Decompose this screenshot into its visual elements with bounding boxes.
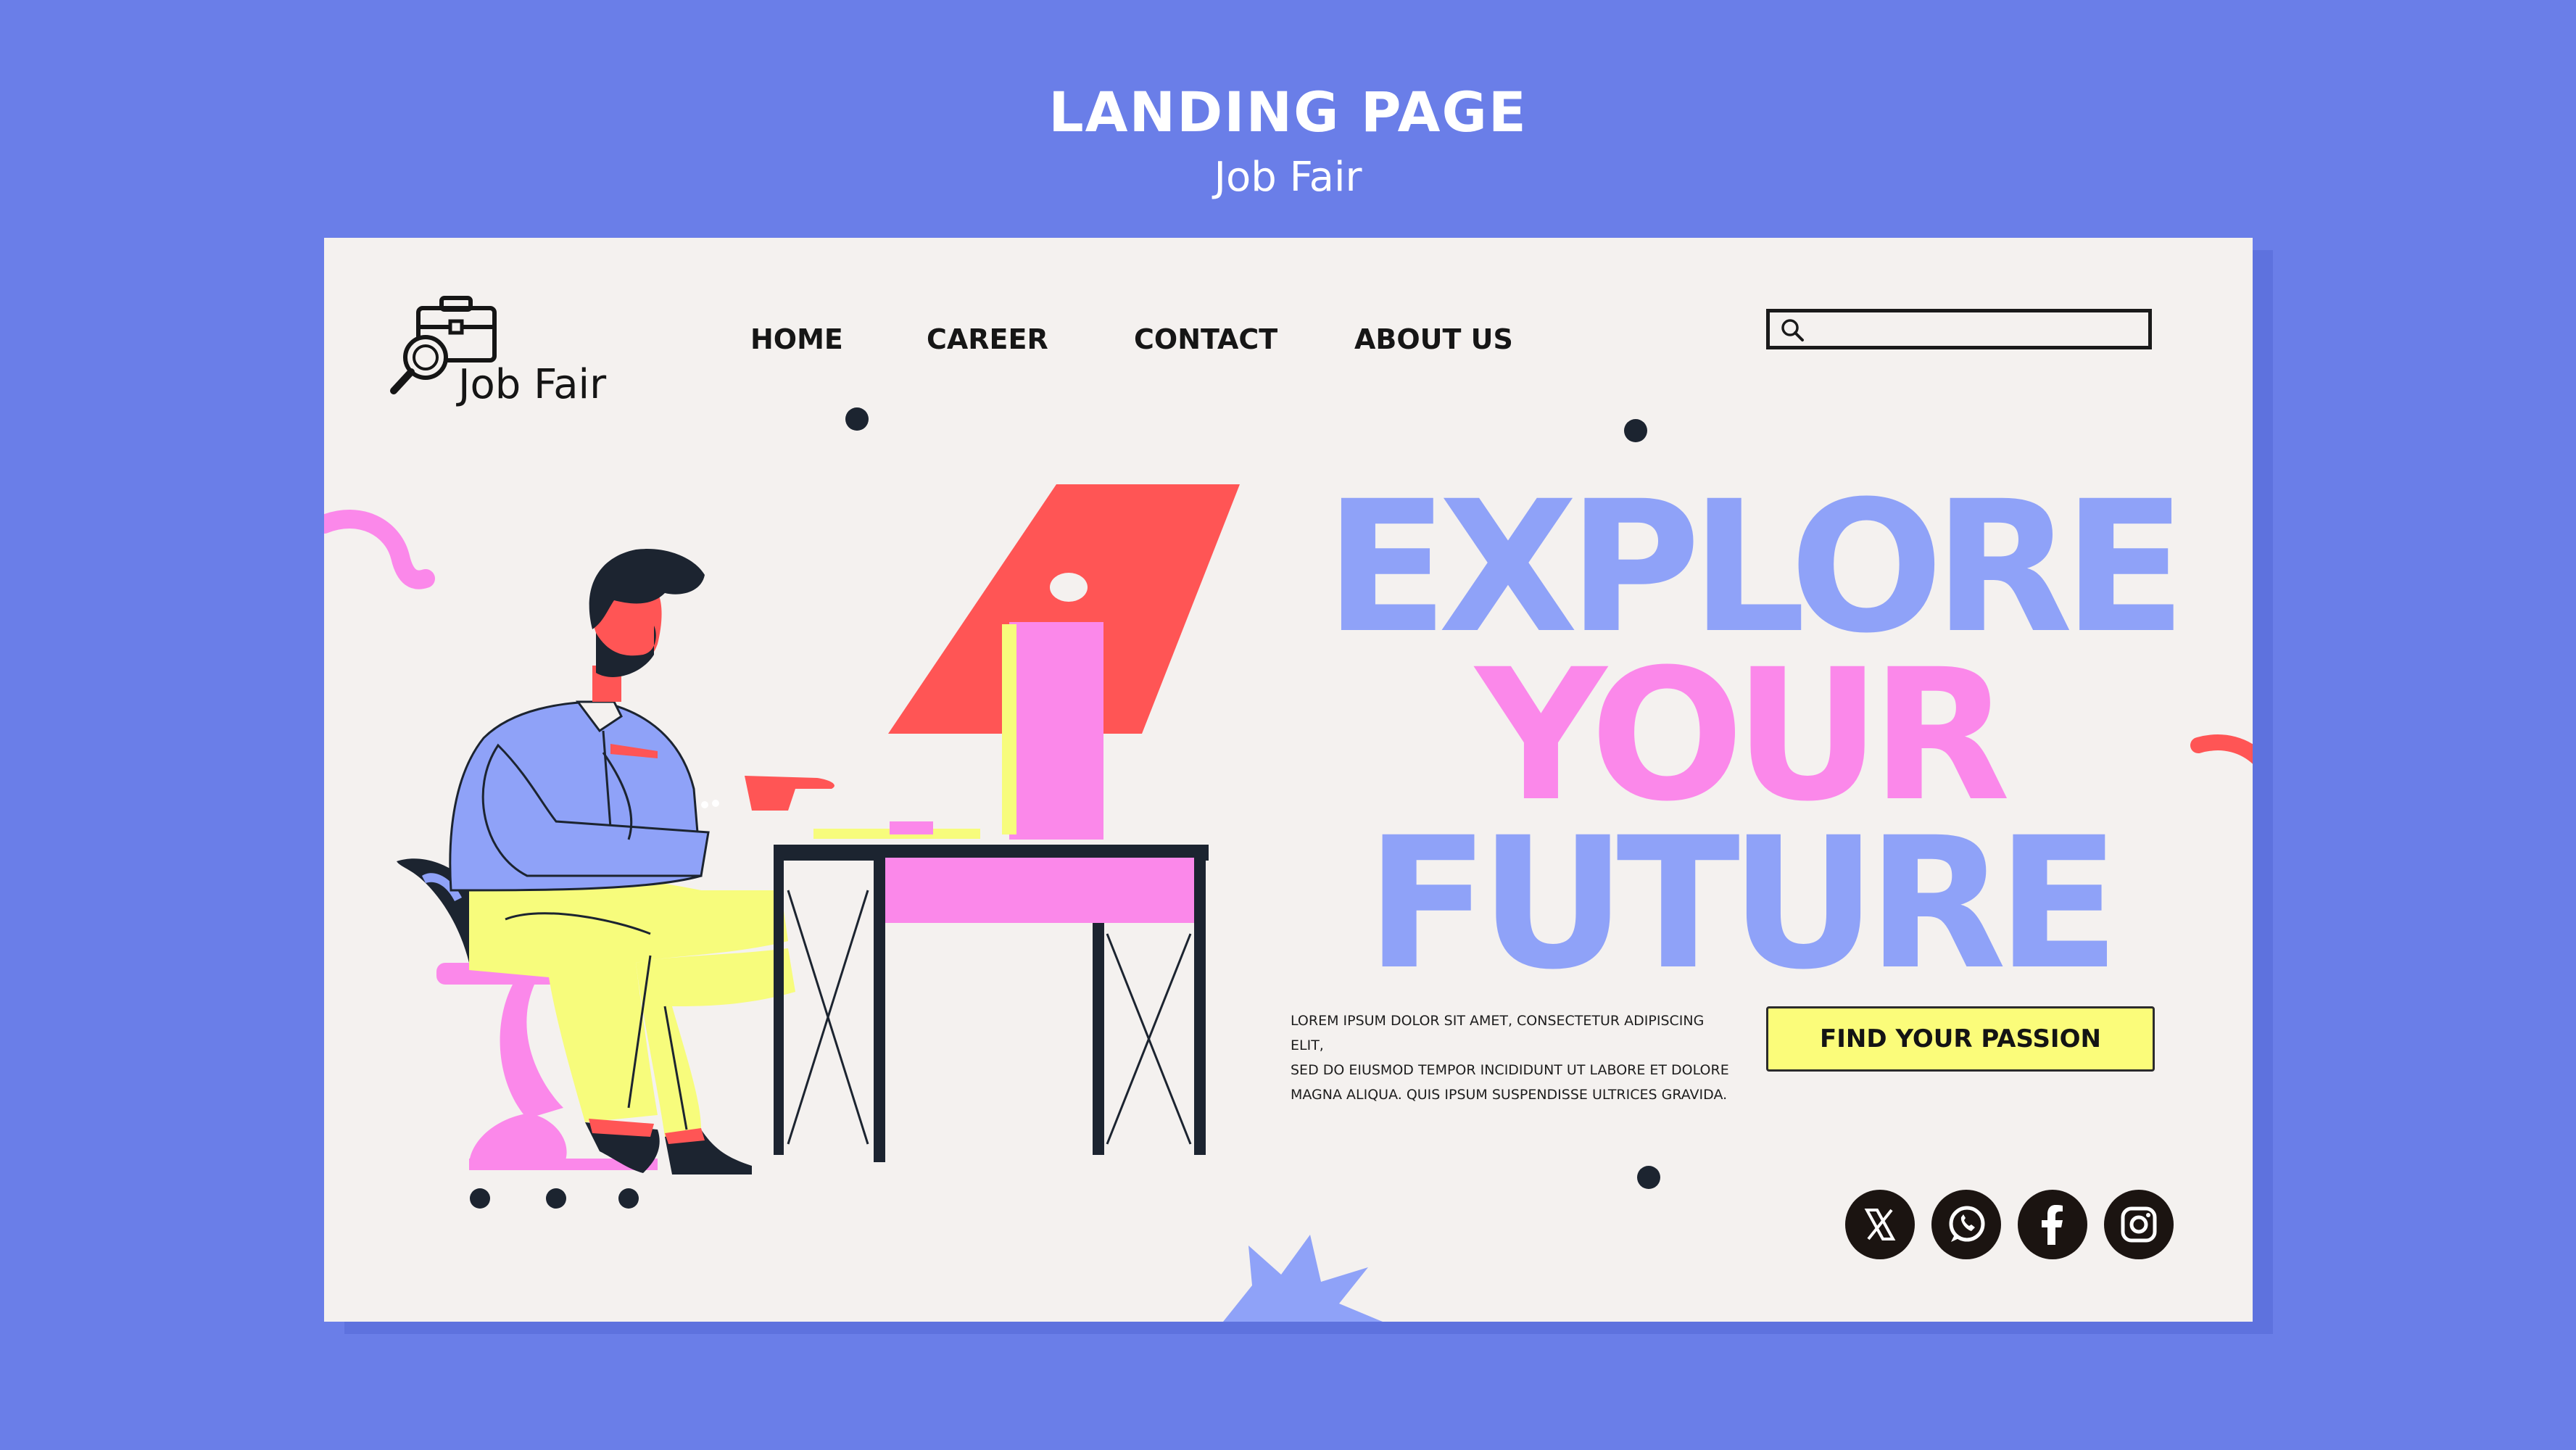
decor-dot <box>845 407 869 431</box>
decor-dot <box>1637 1166 1660 1189</box>
pink-squiggle <box>324 509 435 589</box>
nav-career[interactable]: CAREER <box>927 323 1048 355</box>
red-squiggle <box>2190 734 2253 764</box>
landing-card: Job Fair HOME CAREER CONTACT ABOUT US EX… <box>324 238 2253 1322</box>
instagram-icon <box>2121 1206 2157 1243</box>
nav-home[interactable]: HOME <box>750 323 843 355</box>
whatsapp-social-link[interactable] <box>1931 1190 2001 1259</box>
facebook-icon <box>2042 1205 2063 1245</box>
brand-logo[interactable]: Job Fair <box>389 292 665 408</box>
whatsapp-icon <box>1949 1206 1985 1242</box>
x-social-link[interactable] <box>1845 1190 1915 1259</box>
facebook-social-link[interactable] <box>2018 1190 2087 1259</box>
hero-description-line: LOREM IPSUM DOLOR SIT AMET, CONSECTETUR … <box>1291 1013 1705 1053</box>
hero-headline: EXPLORE YOUR FUTURE <box>1325 462 2187 1009</box>
search-bar[interactable] <box>1766 309 2152 349</box>
hero-line-explore: EXPLORE <box>1325 462 2187 673</box>
brand-name: Job Fair <box>458 361 607 408</box>
hero-description-line: MAGNA ALIQUA. QUIS IPSUM SUSPENDISSE ULT… <box>1291 1087 1728 1103</box>
decor-dot <box>1624 419 1647 442</box>
x-icon <box>1864 1209 1896 1240</box>
desk <box>774 845 1209 1162</box>
nav-about-us[interactable]: ABOUT US <box>1354 323 1513 355</box>
instagram-social-link[interactable] <box>2104 1190 2174 1259</box>
search-input[interactable] <box>1813 315 2135 346</box>
computer-monitor <box>813 484 1240 840</box>
header-title: LANDING PAGE <box>1048 80 1528 144</box>
hero-line-your: YOUR <box>1475 630 2010 841</box>
blue-starburst <box>1223 1235 1383 1322</box>
hero-line-future: FUTURE <box>1365 798 2121 1009</box>
find-your-passion-button[interactable]: FIND YOUR PASSION <box>1766 1006 2155 1072</box>
hero-description-line: SED DO EIUSMOD TEMPOR INCIDIDUNT UT LABO… <box>1291 1062 1729 1078</box>
page-header: LANDING PAGE Job Fair <box>0 76 2576 207</box>
header-subtitle: Job Fair <box>1214 154 1362 201</box>
nav-contact[interactable]: CONTACT <box>1134 323 1277 355</box>
search-icon <box>1781 319 1804 341</box>
hero-description: LOREM IPSUM DOLOR SIT AMET, CONSECTETUR … <box>1291 1008 1740 1107</box>
